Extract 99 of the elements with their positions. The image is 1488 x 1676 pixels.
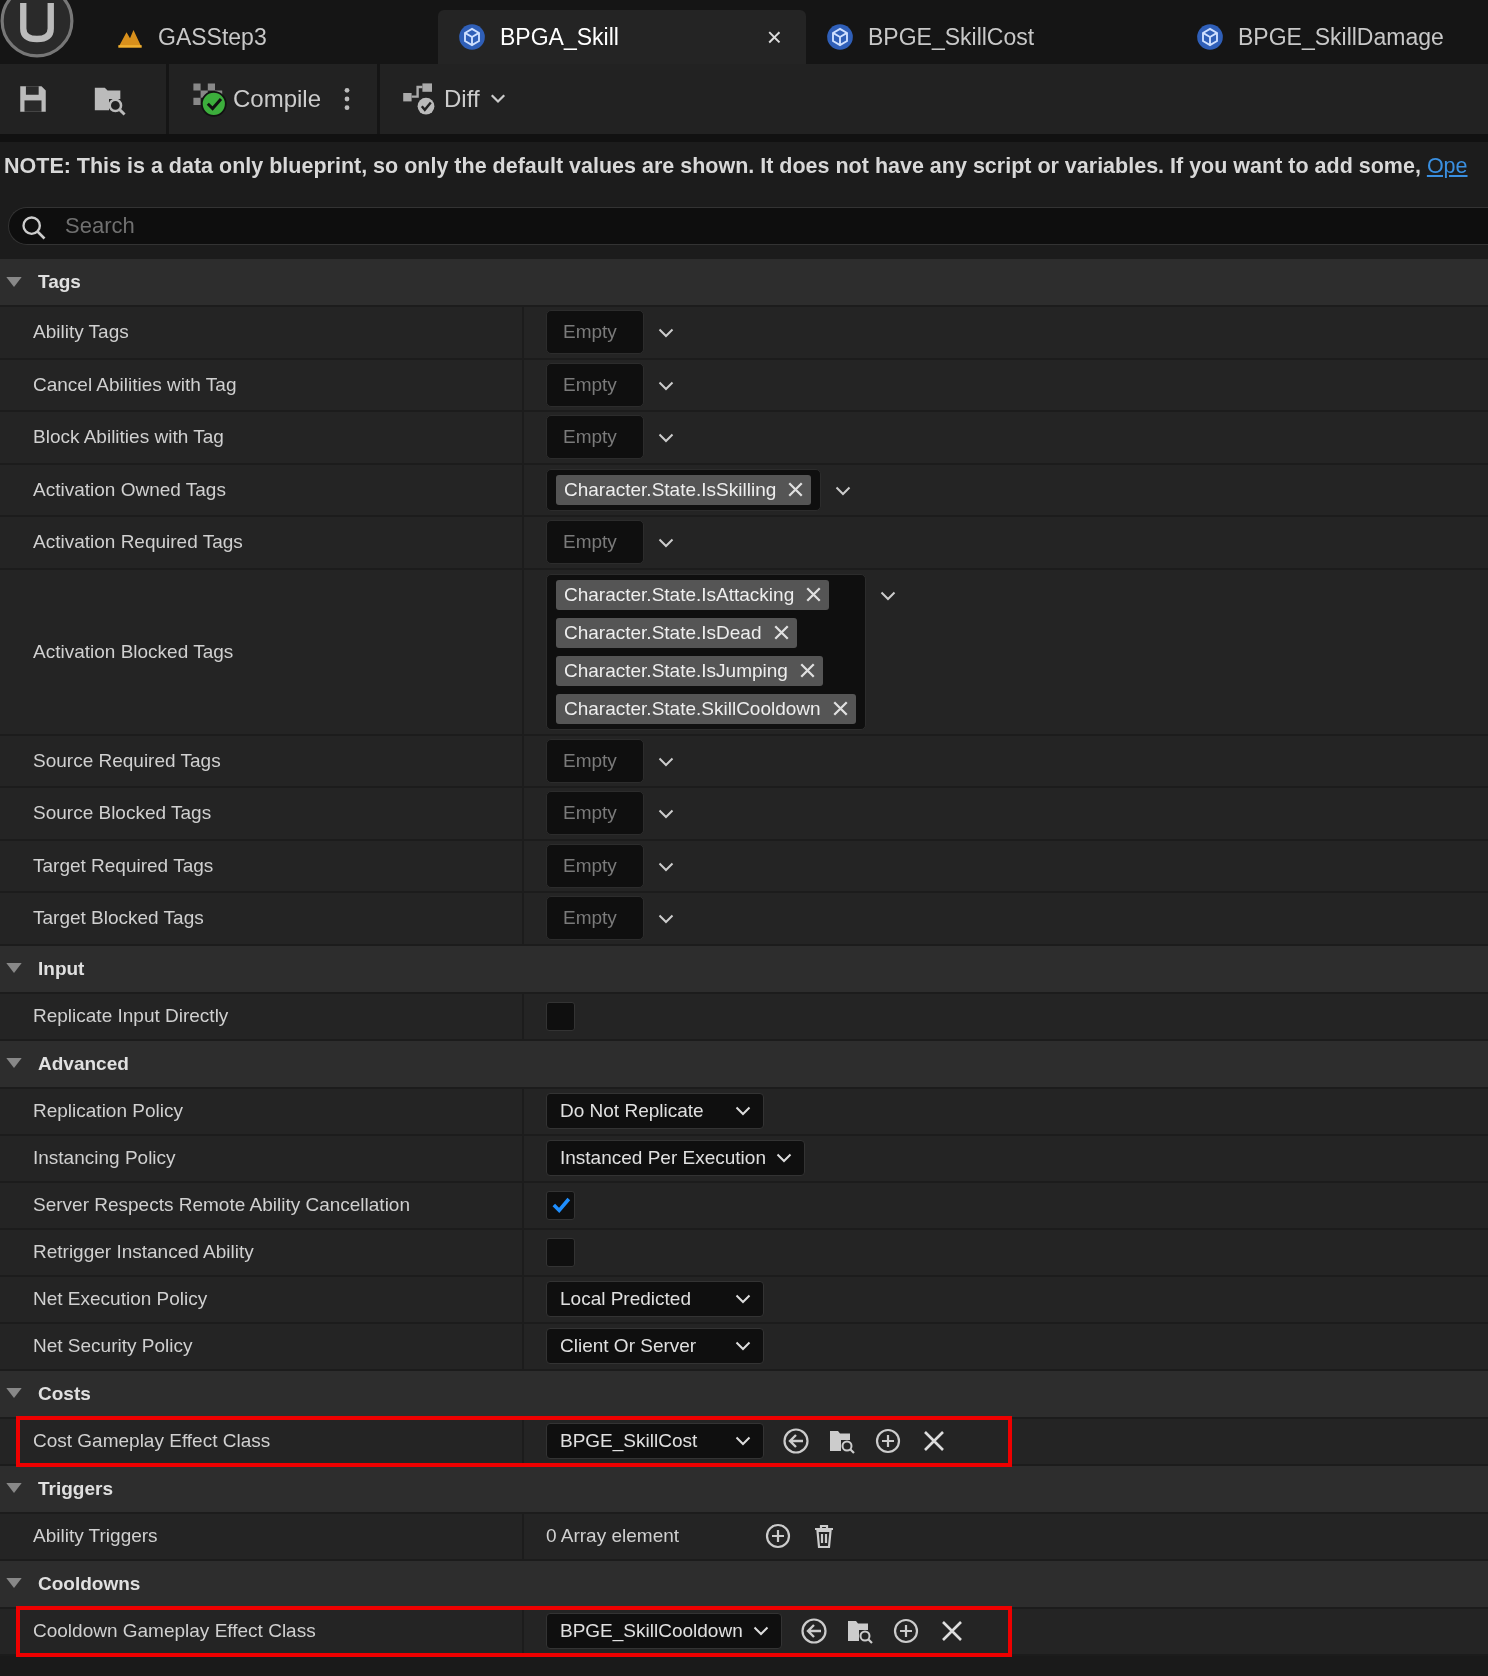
caret-icon xyxy=(489,94,506,104)
property-label: Activation Owned Tags xyxy=(33,478,226,501)
property-label: Replicate Input Directly xyxy=(33,1005,229,1027)
tab[interactable]: BPGE_SkillDamage xyxy=(1176,10,1464,64)
dropdown[interactable]: Instanced Per Execution xyxy=(546,1140,805,1176)
array-count: 0 Array element xyxy=(546,1525,681,1547)
tab[interactable]: GASStep3 xyxy=(108,10,438,64)
chevron-down-icon[interactable] xyxy=(658,538,674,548)
chevron-down-icon xyxy=(735,1436,751,1446)
property-label: Target Blocked Tags xyxy=(33,907,204,930)
tag-field[interactable]: Empty xyxy=(546,310,644,354)
chevron-down-icon[interactable] xyxy=(835,485,852,496)
tag-label: Character.State.IsAttacking xyxy=(564,583,795,606)
tag-field[interactable]: Empty xyxy=(546,415,644,459)
add-icon[interactable] xyxy=(891,1617,920,1645)
checkbox[interactable] xyxy=(546,1237,575,1267)
chevron-down-icon xyxy=(735,1106,751,1116)
property-label: Source Blocked Tags xyxy=(33,802,212,825)
category-header[interactable]: Costs xyxy=(0,1370,1488,1419)
chevron-down-icon[interactable] xyxy=(658,380,674,391)
property-label: Replication Policy xyxy=(33,1100,183,1122)
chevron-down-icon[interactable] xyxy=(658,809,674,819)
chevron-down-icon[interactable] xyxy=(658,433,674,443)
checkbox[interactable] xyxy=(546,1001,575,1031)
expand-arrow-icon xyxy=(6,1483,22,1494)
remove-icon[interactable] xyxy=(806,587,822,602)
tag-field[interactable]: Empty xyxy=(546,738,644,783)
tag-label: Character.State.IsJumping xyxy=(564,659,788,682)
add-icon[interactable] xyxy=(874,1427,902,1455)
chevron-down-icon[interactable] xyxy=(658,914,674,924)
category-header[interactable]: Tags xyxy=(0,259,1488,307)
cube-icon xyxy=(458,23,486,51)
property-label: Block Abilities with Tag xyxy=(33,426,224,449)
property-label: Retrigger Instanced Ability xyxy=(33,1241,254,1263)
search-field[interactable]: Search xyxy=(8,207,1488,245)
expand-arrow-icon xyxy=(6,963,22,974)
tag-label: Character.State.SkillCooldown xyxy=(564,697,821,720)
chevron-down-icon[interactable] xyxy=(658,861,674,872)
property-label: Activation Blocked Tags xyxy=(33,640,234,663)
expand-arrow-icon xyxy=(6,1388,22,1399)
use-selected-icon[interactable] xyxy=(799,1617,828,1645)
dropdown[interactable]: Client Or Server xyxy=(546,1328,764,1364)
chevron-down-icon[interactable] xyxy=(658,756,674,767)
tag-label: Character.State.IsDead xyxy=(564,621,762,644)
class-dropdown[interactable]: BPGE_SkillCooldown xyxy=(546,1613,782,1649)
property-label: Ability Triggers xyxy=(33,1525,158,1547)
cube-icon xyxy=(1196,23,1224,51)
category-header[interactable]: Advanced xyxy=(0,1040,1488,1089)
cube-icon xyxy=(826,23,854,51)
use-selected-icon[interactable] xyxy=(782,1427,810,1455)
compile-check-icon xyxy=(191,81,227,117)
remove-icon[interactable] xyxy=(832,701,848,716)
chevron-down-icon[interactable] xyxy=(879,590,896,601)
chevron-down-icon xyxy=(735,1341,751,1351)
expand-arrow-icon xyxy=(6,276,22,288)
chevron-down-icon[interactable] xyxy=(658,328,674,338)
category-header[interactable]: Cooldowns xyxy=(0,1560,1488,1609)
tag-label: Character.State.IsSkilling xyxy=(564,478,777,501)
tag-field[interactable]: Empty xyxy=(546,843,644,888)
note-text: NOTE: This is a data only blueprint, so only the default values are shown. It does not have any script or variables. If you want to add some, Ope xyxy=(3,153,1468,179)
category-header[interactable]: Input xyxy=(0,945,1488,994)
logo-icon xyxy=(0,0,74,58)
property-label: Server Respects Remote Ability Cancellation xyxy=(33,1194,410,1216)
open-link[interactable]: Ope xyxy=(1426,153,1468,178)
remove-icon[interactable] xyxy=(799,663,815,678)
property-label: Net Security Policy xyxy=(33,1335,193,1357)
remove-icon[interactable] xyxy=(773,625,789,640)
tag-field[interactable]: Empty xyxy=(546,791,644,835)
chevron-down-icon xyxy=(752,1626,769,1636)
remove-icon[interactable] xyxy=(788,482,804,498)
close-button[interactable]: × xyxy=(762,21,786,53)
tag-field[interactable]: Empty xyxy=(546,362,644,407)
category-header[interactable]: Triggers xyxy=(0,1465,1488,1514)
class-dropdown[interactable]: BPGE_SkillCost xyxy=(546,1423,764,1459)
compile-button[interactable]: Compile xyxy=(183,77,330,121)
tab[interactable]: BPGE_SkillCost xyxy=(806,10,1176,64)
tag-field[interactable]: Empty xyxy=(546,896,644,940)
property-label: Source Required Tags xyxy=(33,749,221,772)
expand-arrow-icon xyxy=(6,1578,22,1589)
expand-arrow-icon xyxy=(6,1058,22,1069)
diff-button[interactable]: Diff xyxy=(394,77,514,121)
property-label: Instancing Policy xyxy=(33,1147,176,1169)
property-label: Target Required Tags xyxy=(33,854,214,877)
property-label: Cooldown Gameplay Effect Class xyxy=(33,1620,316,1642)
property-label: Activation Required Tags xyxy=(33,531,243,554)
add-icon[interactable] xyxy=(764,1522,792,1550)
tag-field[interactable]: Empty xyxy=(546,520,644,564)
dropdown[interactable]: Local Predicted xyxy=(546,1281,764,1317)
search-icon xyxy=(20,214,48,242)
tab[interactable]: BPGA_Skill × xyxy=(438,10,806,64)
dropdown[interactable]: Do Not Replicate xyxy=(546,1093,764,1129)
property-label: Ability Tags xyxy=(33,321,129,344)
checkbox[interactable] xyxy=(546,1190,575,1220)
chevron-down-icon xyxy=(775,1153,792,1163)
more-options-icon[interactable] xyxy=(343,86,352,112)
chevron-down-icon xyxy=(735,1294,751,1304)
property-label: Cost Gameplay Effect Class xyxy=(33,1430,271,1452)
property-label: Cancel Abilities with Tag xyxy=(33,373,237,396)
property-label: Net Execution Policy xyxy=(33,1288,208,1310)
